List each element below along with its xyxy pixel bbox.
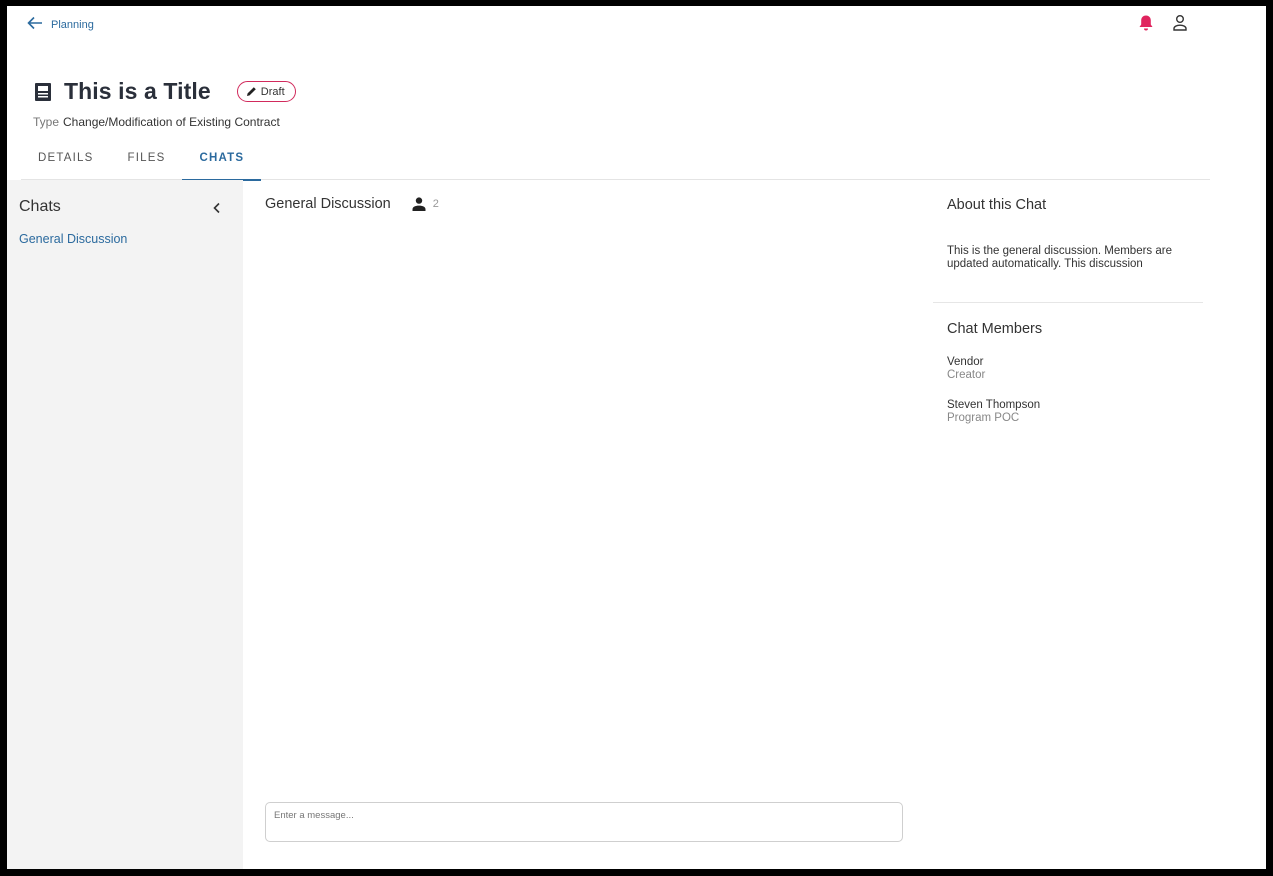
chats-sidebar: Chats General Discussion — [7, 180, 243, 869]
app-window: Planning This is a Title Draft Type Chang… — [7, 6, 1266, 869]
type-value: Change/Modification of Existing Contract — [63, 115, 280, 129]
sidebar-title: Chats — [19, 198, 61, 215]
arrow-left-icon — [27, 16, 43, 33]
message-input[interactable] — [265, 802, 903, 842]
title-row: This is a Title Draft — [33, 78, 296, 105]
member-name: Steven Thompson — [947, 399, 1041, 411]
member-item: Vendor Creator — [947, 356, 985, 382]
user-account-icon[interactable] — [1172, 14, 1188, 32]
member-count: 2 — [432, 198, 439, 210]
chat-header: General Discussion 2 — [265, 196, 439, 212]
page-title: This is a Title — [64, 78, 211, 104]
tab-bar: DETAILS FILES CHATS — [21, 144, 1210, 181]
tab-chats[interactable]: CHATS — [182, 144, 261, 181]
about-chat-title: About this Chat — [947, 197, 1047, 213]
about-chat-text: This is the general discussion. Members … — [947, 245, 1172, 270]
status-badge[interactable]: Draft — [236, 81, 296, 102]
tab-files[interactable]: FILES — [110, 144, 182, 180]
back-link-label: Planning — [51, 18, 94, 31]
chat-title: General Discussion — [265, 196, 391, 212]
type-label: Type — [33, 115, 60, 129]
divider — [933, 302, 1203, 303]
sidebar-item-general-discussion[interactable]: General Discussion — [19, 232, 127, 246]
member-item: Steven Thompson Program POC — [947, 399, 1040, 425]
chevron-left-icon[interactable] — [209, 200, 225, 216]
back-link[interactable]: Planning — [27, 16, 94, 33]
document-icon — [35, 82, 51, 101]
person-icon — [412, 197, 426, 211]
chat-members-title: Chat Members — [947, 321, 1043, 337]
notification-bell-icon[interactable] — [1138, 14, 1154, 32]
status-badge-label: Draft — [260, 85, 285, 98]
member-role: Creator — [947, 369, 986, 381]
top-icons — [1138, 14, 1188, 32]
member-name: Vendor — [947, 356, 984, 368]
tab-details[interactable]: DETAILS — [21, 144, 110, 180]
pencil-icon — [246, 87, 256, 96]
type-row: Type Change/Modification of Existing Cont… — [33, 115, 280, 129]
member-role: Program POC — [947, 412, 1020, 424]
